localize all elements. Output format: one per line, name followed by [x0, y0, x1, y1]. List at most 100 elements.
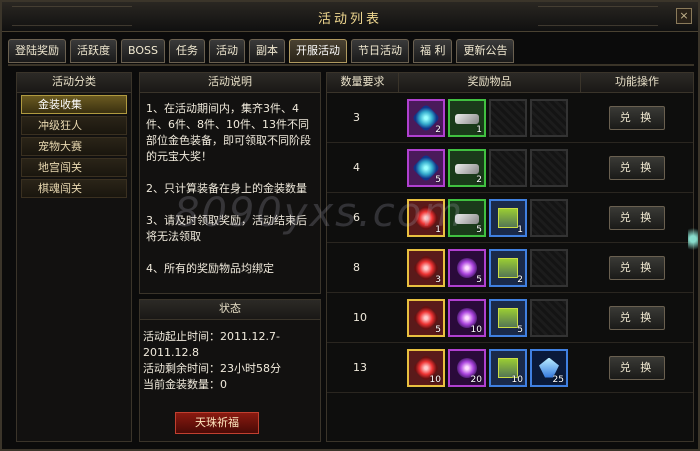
scroll-icon[interactable]: 10: [489, 348, 527, 387]
reward-items: 3 5 2: [399, 248, 581, 287]
tab-4[interactable]: 活动: [208, 39, 245, 63]
reward-table: 数量要求 奖励物品 功能操作 321兑 换452兑 换6151兑 换8352兑 …: [326, 72, 694, 442]
scroll-icon[interactable]: 1: [489, 198, 527, 237]
status-body: 活动起止时间：2011.12.7-2011.12.8 活动剩余时间：23小时58…: [140, 320, 320, 402]
item-count: 5: [517, 324, 523, 335]
reward-rows: 321兑 换452兑 换6151兑 换8352兑 换 10 5 10 5 兑 换 13 10 2…: [327, 93, 693, 393]
quantity-requirement: 6: [353, 211, 360, 224]
blue-gem-icon[interactable]: 2: [407, 98, 445, 137]
tab-5[interactable]: 副本: [248, 39, 285, 63]
reward-items: 52: [399, 148, 581, 187]
empty-slot: [530, 248, 568, 287]
description-rule-1: 1、在活动期间内，集齐3件、4件、6件、8件、10件、13件不同部位金色装备，即…: [146, 102, 311, 163]
tab-7[interactable]: 节日活动: [350, 39, 409, 63]
rune-glyph: [457, 257, 477, 278]
key-icon[interactable]: 5: [448, 198, 486, 237]
title-bar: 活动列表 ×: [2, 2, 698, 32]
category-item[interactable]: 金装收集: [21, 95, 127, 114]
reward-items: 10 20 10 25: [399, 348, 581, 387]
header-quantity: 数量要求: [327, 73, 399, 92]
activity-window: 活动列表 × 登陆奖励 活跃度 BOSS 任务 活动 副本 开服活动 节日活动福 利更新公告 …: [0, 0, 700, 451]
ruby-icon[interactable]: 3: [407, 248, 445, 287]
key-glyph: [455, 163, 479, 174]
action-cell: 兑 换: [581, 155, 693, 180]
tab-0[interactable]: 登陆奖励: [8, 39, 66, 63]
tab-3[interactable]: 任务: [168, 39, 205, 63]
key-glyph: [455, 213, 479, 224]
tab-8[interactable]: 福 利: [412, 39, 453, 63]
key-icon[interactable]: 2: [448, 148, 486, 187]
exchange-button[interactable]: 兑 换: [609, 255, 665, 280]
ruby-icon[interactable]: 10: [407, 348, 445, 387]
rune-icon[interactable]: 5: [448, 248, 486, 287]
tab-1[interactable]: 活跃度: [70, 39, 117, 63]
tab-bar: 登陆奖励 活跃度 BOSS 任务 活动 副本 开服活动 节日活动福 利更新公告: [8, 39, 515, 65]
blue-gem-icon[interactable]: 5: [407, 148, 445, 187]
status-panel: 状态 活动起止时间：2011.12.7-2011.12.8 活动剩余时间：23小…: [139, 299, 321, 442]
scroll-glyph: [498, 307, 518, 328]
category-header: 活动分类: [17, 73, 131, 93]
rune-icon[interactable]: 20: [448, 348, 486, 387]
category-item[interactable]: 宠物大赛: [21, 137, 127, 156]
item-count: 2: [517, 274, 523, 285]
item-count: 1: [476, 124, 482, 135]
table-row: 6 1 5 1 兑 换: [327, 193, 693, 243]
side-decoration: [688, 224, 698, 254]
reward-table-header: 数量要求 奖励物品 功能操作: [327, 73, 693, 93]
quantity-requirement: 8: [353, 261, 360, 274]
item-count: 1: [435, 224, 441, 235]
scroll-icon[interactable]: 2: [489, 248, 527, 287]
gold-equipment-count: 当前金装数量：0: [143, 378, 227, 391]
action-cell: 兑 换: [581, 305, 693, 330]
exchange-button[interactable]: 兑 换: [609, 105, 665, 130]
quantity-requirement: 3: [353, 111, 360, 124]
item-count: 5: [476, 224, 482, 235]
exchange-button[interactable]: 兑 换: [609, 155, 665, 180]
table-row: 10 5 10 5 兑 换: [327, 293, 693, 343]
scroll-glyph: [498, 207, 518, 228]
tab-divider: [8, 64, 694, 66]
item-count: 5: [476, 274, 482, 285]
close-button[interactable]: ×: [676, 8, 692, 24]
scroll-icon[interactable]: 5: [489, 298, 527, 337]
rune-icon[interactable]: 10: [448, 298, 486, 337]
category-panel: 活动分类 金装收集冲级狂人宠物大赛地宫闯关棋魂闯关: [16, 72, 132, 442]
action-cell: 兑 换: [581, 255, 693, 280]
item-count: 25: [552, 374, 564, 385]
empty-slot: [530, 148, 568, 187]
ruby-icon[interactable]: 1: [407, 198, 445, 237]
empty-slot: [530, 198, 568, 237]
scroll-glyph: [498, 257, 518, 278]
description-rule-2: 2、只计算装备在身上的金装数量: [146, 182, 307, 195]
category-item[interactable]: 冲级狂人: [21, 116, 127, 135]
description-rule-4: 4、所有的奖励物品均绑定: [146, 262, 274, 275]
action-cell: 兑 换: [581, 355, 693, 380]
reward-items: 5 10 5: [399, 298, 581, 337]
empty-slot: [489, 98, 527, 137]
category-item[interactable]: 地宫闯关: [21, 158, 127, 177]
exchange-button[interactable]: 兑 换: [609, 355, 665, 380]
description-header: 活动说明: [140, 73, 320, 93]
action-cell: 兑 换: [581, 205, 693, 230]
tab-6[interactable]: 开服活动: [288, 39, 347, 63]
item-count: 5: [435, 174, 441, 185]
tab-2[interactable]: BOSS: [121, 39, 165, 63]
description-rule-3: 3、请及时领取奖励，活动结束后将无法领取: [146, 214, 307, 243]
bless-button[interactable]: 天珠祈福: [175, 412, 259, 434]
quantity-requirement: 13: [353, 361, 367, 374]
item-count: 10: [429, 374, 441, 385]
activity-period: 活动起止时间：2011.12.7-2011.12.8: [143, 330, 280, 359]
empty-slot: [530, 298, 568, 337]
ruby-icon[interactable]: 5: [407, 298, 445, 337]
exchange-button[interactable]: 兑 换: [609, 205, 665, 230]
exchange-button[interactable]: 兑 换: [609, 305, 665, 330]
description-panel: 活动说明 1、在活动期间内，集齐3件、4件、6件、8件、10件、13件不同部位金…: [139, 72, 321, 294]
reward-items: 21: [399, 98, 581, 137]
tab-9[interactable]: 更新公告: [456, 39, 515, 63]
key-icon[interactable]: 1: [448, 98, 486, 137]
crystal-icon[interactable]: 25: [530, 348, 568, 387]
category-item[interactable]: 棋魂闯关: [21, 179, 127, 198]
quantity-requirement: 4: [353, 161, 360, 174]
reward-items: 1 5 1: [399, 198, 581, 237]
window-title: 活动列表: [317, 12, 382, 27]
